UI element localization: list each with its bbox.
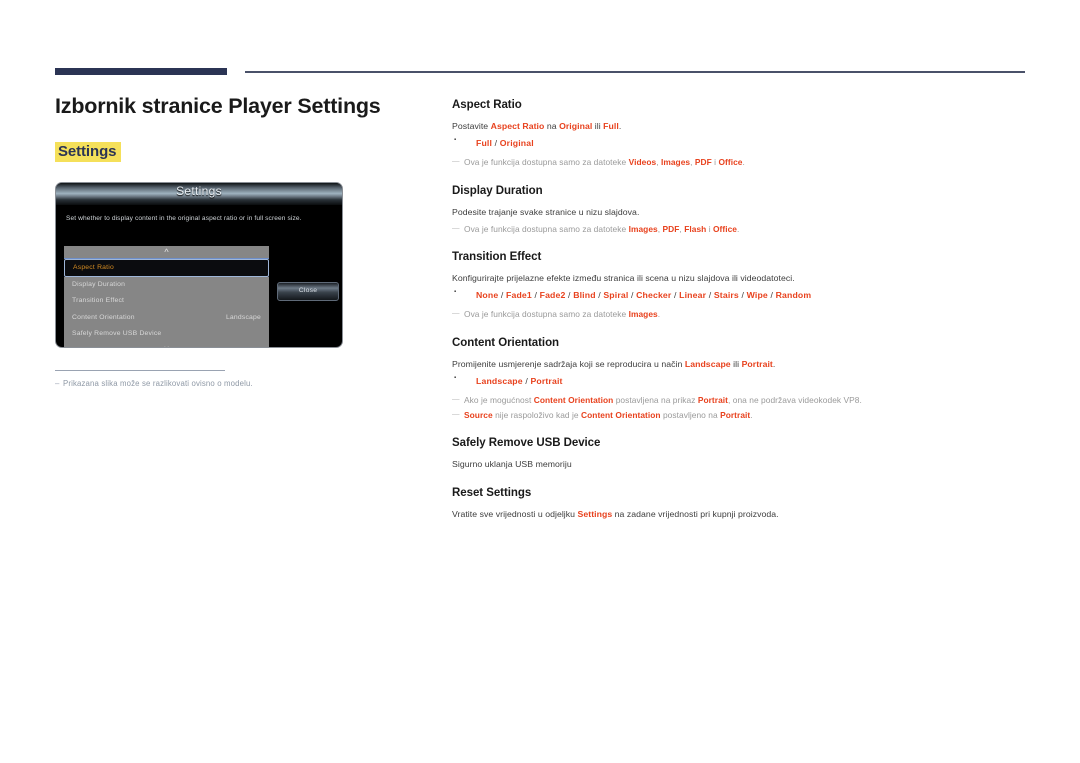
content-section-title: Aspect Ratio xyxy=(452,99,522,111)
header-rule-thick xyxy=(55,68,227,75)
right-column: Aspect Ratio Postavite Aspect Ratio na Or… xyxy=(452,99,1037,537)
dialog-menu-item[interactable]: Content Orientation Landscape xyxy=(64,309,269,327)
dialog-description: Set whether to display content in the or… xyxy=(66,214,302,222)
content-section-options: Full / Original xyxy=(452,136,1037,150)
content-section-body: Sigurno uklanja USB memoriju xyxy=(452,459,572,470)
content-section-body: Postavite Aspect Ratio na Original ili F… xyxy=(452,121,622,131)
content-section-body: Promijenite usmjerenje sadržaja koji se … xyxy=(452,359,776,370)
content-section-title: Safely Remove USB Device xyxy=(452,437,601,450)
dialog-close-button[interactable]: Close xyxy=(277,281,339,301)
content-section-note: Ova je funkcija dostupna samo za datotek… xyxy=(452,222,1037,236)
dialog-menu-item-label: Display Duration xyxy=(72,280,126,288)
content-section: Aspect Ratio Postavite Aspect Ratio na Or… xyxy=(452,99,1037,169)
dialog-menu-item[interactable]: Display Duration xyxy=(64,276,269,294)
dialog-title: Settings xyxy=(176,183,222,198)
content-section-note: Ova je funkcija dostupna samo za datotek… xyxy=(452,307,1037,321)
dialog-body: Set whether to display content in the or… xyxy=(56,206,342,347)
content-section-title: Display Duration xyxy=(452,184,543,197)
content-section: Display Duration Podesite trajanje svake … xyxy=(452,185,1037,236)
content-section-title: Content Orientation xyxy=(452,337,560,350)
content-section-options: None / Fade1 / Fade2 / Blind / Spiral / … xyxy=(452,288,1037,302)
image-footnote: – Prikazana slika može se razlikovati ovi… xyxy=(55,379,285,388)
footnote-divider xyxy=(55,369,225,371)
content-section-title: Reset Settings xyxy=(452,487,532,500)
left-column: Izbornik stranice Player Settings Settin… xyxy=(55,94,415,388)
dialog-menu-item-value: Landscape xyxy=(225,313,261,321)
header-rule-thin xyxy=(245,71,1025,73)
page-header-rules xyxy=(0,0,1080,75)
dialog-titlebar: Settings xyxy=(56,182,342,206)
dialog-menu-item-label: Safely Remove USB Device xyxy=(72,330,162,338)
dialog-menu-item[interactable]: Aspect Ratio xyxy=(64,258,269,277)
content-section-options: Landscape / Portrait xyxy=(452,374,1037,388)
dialog-menu-item-label: Content Orientation xyxy=(72,313,135,321)
dialog-menu-item-label: Transition Effect xyxy=(72,297,125,305)
chevron-up-icon[interactable]: ^ xyxy=(64,245,269,259)
page-title: Izbornik stranice Player Settings xyxy=(55,94,381,118)
content-section-body: Konfigurirajte prijelazne efekte između … xyxy=(452,273,795,284)
dialog-menu-item[interactable]: Transition Effect xyxy=(64,293,269,310)
content-section: Safely Remove USB Device Sigurno uklanja … xyxy=(452,437,1037,471)
dialog-menu-list: ^ Aspect Ratio Display Duration Transition… xyxy=(64,245,269,347)
dialog-menu-item-label: Aspect Ratio xyxy=(73,263,114,271)
content-section: Content Orientation Promijenite usmjerenj… xyxy=(452,337,1037,421)
content-section: Reset Settings Vratite sve vrijednosti u … xyxy=(452,487,1037,521)
device-settings-dialog-image: Settings Set whether to display content … xyxy=(55,181,343,348)
image-footnote-block: – Prikazana slika može se razlikovati ovi… xyxy=(55,369,285,388)
content-section-title: Transition Effect xyxy=(452,251,542,264)
content-section-note: Ova je funkcija dostupna samo za datotek… xyxy=(452,155,1037,169)
content-section-note: Source nije raspoloživo kad je Content O… xyxy=(452,408,1037,422)
content-section-body: Vratite sve vrijednosti u odjeljku Setti… xyxy=(452,509,779,520)
content-section-note: Ako je mogućnost Content Orientation pos… xyxy=(452,393,1037,407)
section-heading-settings: Settings xyxy=(55,141,122,162)
content-section-body: Podesite trajanje svake stranice u nizu … xyxy=(452,206,640,217)
content-section: Transition Effect Konfigurirajte prijelaz… xyxy=(452,251,1037,321)
footnote-text: Prikazana slika može se razlikovati ovis… xyxy=(63,378,253,388)
footnote-dash: – xyxy=(55,378,60,388)
dialog-menu-item[interactable]: Safely Remove USB Device xyxy=(64,326,269,343)
chevron-down-icon[interactable]: ∨ xyxy=(64,342,269,347)
